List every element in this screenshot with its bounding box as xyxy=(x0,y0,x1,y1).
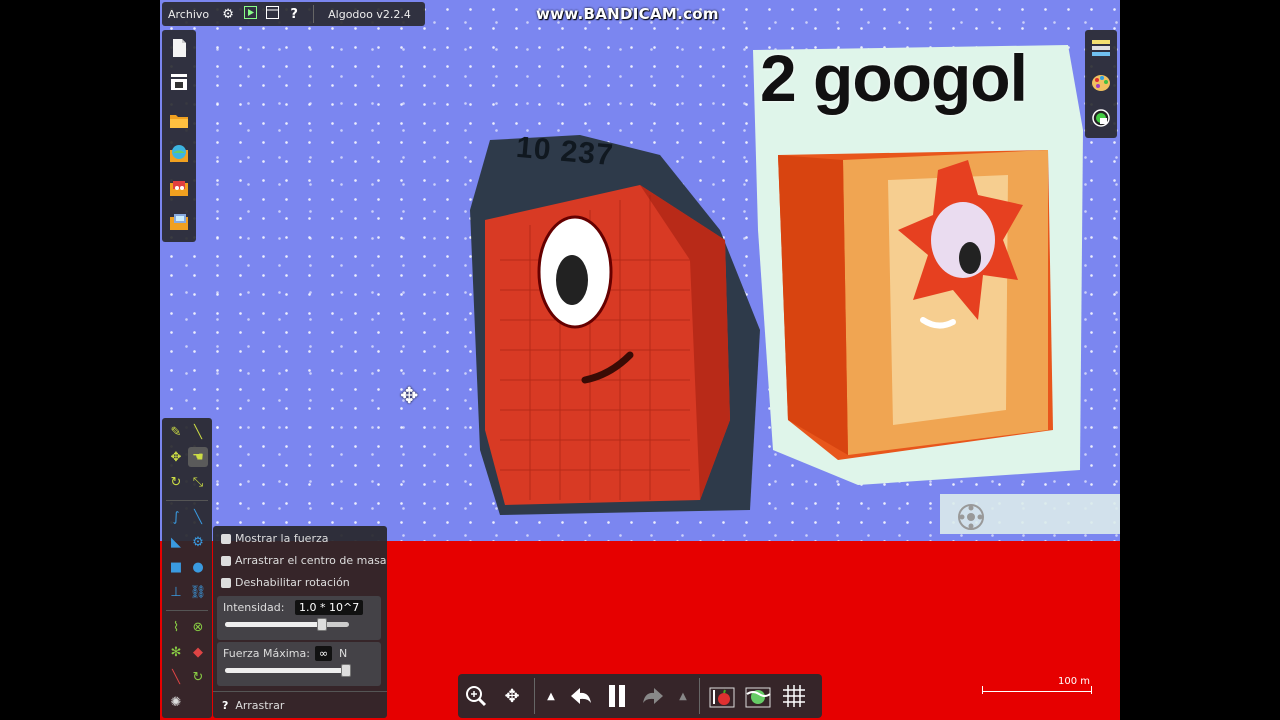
grid-icon[interactable] xyxy=(776,678,812,714)
gravity-apple-icon[interactable] xyxy=(704,678,740,714)
divider xyxy=(313,5,315,23)
step-forward-icon[interactable]: ▲ xyxy=(671,678,695,714)
drag-options-panel: Mostrar la fuerza Arrastrar el centro de… xyxy=(213,526,387,718)
laser-tool-icon[interactable]: ╲ xyxy=(166,667,186,687)
scale-tool-icon[interactable]: ⤡ xyxy=(188,472,208,492)
character-10-237[interactable] xyxy=(460,130,780,530)
max-force-label: Fuerza Máxima: xyxy=(223,647,310,660)
max-force-unit: N xyxy=(339,647,348,660)
brush-tool-icon[interactable]: ╲ xyxy=(188,507,208,527)
move-tool-icon[interactable]: ✥ xyxy=(166,447,186,467)
drag-tool-icon[interactable]: ☚ xyxy=(188,447,208,467)
rope-tool-icon[interactable]: ∫ xyxy=(166,507,186,527)
algodoo-canvas[interactable]: 10 237 2 googol ✥ www.BANDICAM.com Archi… xyxy=(160,0,1120,720)
spring-wheel-icon xyxy=(958,504,984,530)
window-icon[interactable] xyxy=(261,5,283,23)
checkbox[interactable] xyxy=(221,533,231,544)
fixate-tool-icon[interactable]: ⊗ xyxy=(188,617,208,637)
pan-icon[interactable]: ✥ xyxy=(494,678,530,714)
plane-tool-icon[interactable]: ◣ xyxy=(166,532,186,552)
divider xyxy=(166,500,208,501)
recording-watermark: www.BANDICAM.com xyxy=(536,5,719,23)
max-force-value-input[interactable]: ∞ xyxy=(315,646,333,661)
scene-settings-icon[interactable] xyxy=(169,72,189,92)
sketch-tool-icon[interactable]: ✎ xyxy=(166,422,186,442)
top-menu-bar: Archivo ⚙ ? Algodoo v2.2.4 xyxy=(162,2,425,26)
world-settings-icon[interactable] xyxy=(1091,108,1111,128)
box-tool-icon[interactable]: ■ xyxy=(166,557,186,577)
undo-icon[interactable] xyxy=(563,678,599,714)
checkbox[interactable] xyxy=(221,555,231,566)
intensity-value-input[interactable]: 1.0 * 10^7 xyxy=(295,600,364,615)
scene-panel-fragment xyxy=(940,494,1120,534)
right-toolbar xyxy=(1085,30,1117,138)
checkbox-disable-rotation[interactable]: Deshabilitar rotación xyxy=(221,576,350,589)
scale-label: 100 m xyxy=(1057,676,1090,687)
palette-icon[interactable] xyxy=(1091,73,1111,93)
zoom-icon[interactable] xyxy=(458,678,494,714)
move-cursor-icon: ✥ xyxy=(400,384,419,409)
character-title-label: 2 googol xyxy=(760,41,1028,115)
redo-icon[interactable] xyxy=(635,678,671,714)
browse-scenes-icon[interactable] xyxy=(169,144,189,164)
intensity-slider-knob[interactable] xyxy=(317,618,327,631)
air-friction-icon[interactable] xyxy=(740,678,776,714)
divider xyxy=(699,678,700,714)
tool-name-label: Arrastrar xyxy=(235,698,285,712)
rotate-tool-icon[interactable]: ↻ xyxy=(166,472,186,492)
tool-palette: ✎ ╲ ✥ ☚ ↻ ⤡ ∫ ╲ ◣ ⚙ ■ ● ⊥ ⛓ ⌇ ⊗ ✻ ◆ ╲ ↻ … xyxy=(162,418,212,718)
max-force-slider-knob[interactable] xyxy=(341,664,351,677)
intensity-field: Intensidad: 1.0 * 10^7 xyxy=(217,596,381,640)
new-scene-icon[interactable] xyxy=(169,38,189,58)
intensity-slider[interactable] xyxy=(225,618,349,631)
cut-tool-icon[interactable]: ╲ xyxy=(188,422,208,442)
menu-archivo[interactable]: Archivo xyxy=(162,8,217,21)
spring-tool-icon[interactable]: ⌇ xyxy=(166,617,186,637)
scale-tick xyxy=(982,686,983,694)
thruster-tool-icon[interactable]: ◆ xyxy=(188,642,208,662)
max-force-slider-fill xyxy=(225,668,349,673)
checkbox[interactable] xyxy=(221,577,231,588)
letterbox-right xyxy=(1120,0,1280,720)
phunlets-folder-icon[interactable] xyxy=(169,178,189,198)
checkbox-label: Deshabilitar rotación xyxy=(235,576,350,589)
step-back-icon[interactable]: ▲ xyxy=(539,678,563,714)
screenshot-folder-icon[interactable] xyxy=(169,212,189,232)
help-icon[interactable]: ? xyxy=(283,7,305,22)
circle-tool-icon[interactable]: ● xyxy=(188,557,208,577)
spinner-tool-icon[interactable]: ✺ xyxy=(166,692,186,712)
letterbox-left xyxy=(0,0,160,720)
tracer-tool-icon[interactable]: ↻ xyxy=(188,667,208,687)
gear-tool-icon[interactable]: ⚙ xyxy=(188,532,208,552)
intensity-slider-fill xyxy=(225,622,325,627)
simulation-controls: ✥ ▲ ▲ xyxy=(458,674,822,718)
help-icon[interactable]: ? xyxy=(222,699,228,712)
max-force-field: Fuerza Máxima: ∞ N xyxy=(217,642,381,686)
pause-icon[interactable] xyxy=(599,678,635,714)
hinge-tool-icon[interactable]: ✻ xyxy=(166,642,186,662)
tool-help-row[interactable]: ? Arrastrar xyxy=(213,691,387,718)
divider xyxy=(534,678,535,714)
layers-icon[interactable] xyxy=(1091,38,1111,58)
version-label: Algodoo v2.2.4 xyxy=(328,7,411,21)
scale-tick xyxy=(1091,686,1092,694)
gear-icon[interactable]: ⚙ xyxy=(217,7,239,22)
max-force-slider[interactable] xyxy=(225,664,351,677)
chain-tool-icon[interactable]: ⛓ xyxy=(188,582,208,602)
play-scene-icon[interactable] xyxy=(239,5,261,23)
divider xyxy=(166,610,208,611)
checkbox-label: Mostrar la fuerza xyxy=(235,532,329,545)
plane-ground-tool-icon[interactable]: ⊥ xyxy=(166,582,186,602)
intensity-label: Intensidad: xyxy=(223,601,285,614)
checkbox-drag-center-of-mass[interactable]: Arrastrar el centro de masa xyxy=(221,554,387,567)
scale-indicator: 100 m xyxy=(982,676,1094,696)
scale-line xyxy=(982,691,1092,692)
open-folder-icon[interactable] xyxy=(169,110,189,130)
checkbox-show-force[interactable]: Mostrar la fuerza xyxy=(221,532,329,545)
checkbox-label: Arrastrar el centro de masa xyxy=(235,554,387,567)
file-toolbar xyxy=(162,30,196,242)
